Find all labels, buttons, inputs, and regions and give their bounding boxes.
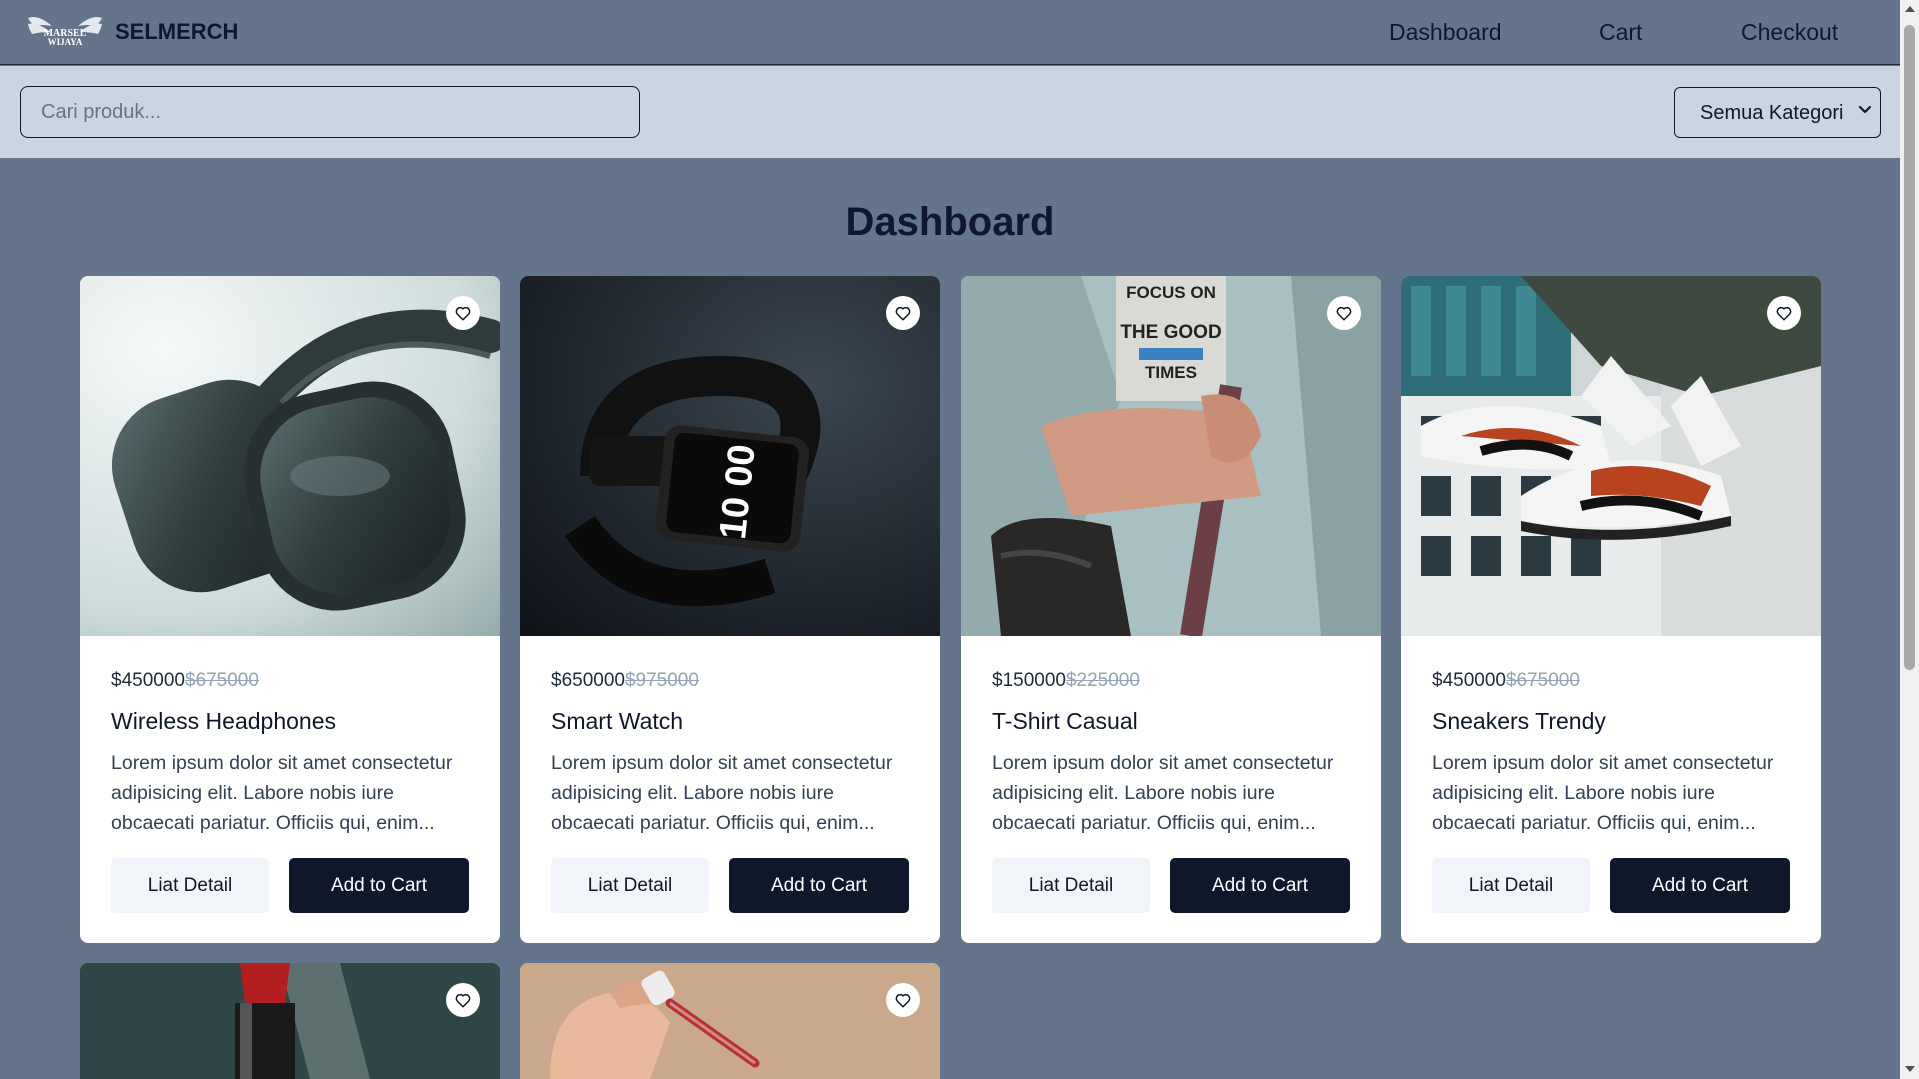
product-description: Lorem ipsum dolor sit amet consectetur a… [992,752,1334,834]
page-title: Dashboard [845,200,1055,244]
original-price: $675000 [1505,670,1580,691]
product-card: $450000$675000 Wireless Headphones Lorem… [80,276,500,943]
heart-icon [894,304,912,322]
filter-bar: Semua Kategori [0,66,1900,158]
svg-text:WIJAYA: WIJAYA [48,37,83,47]
product-price: $450000$675000 [1432,670,1580,692]
current-price: $650000 [551,670,625,691]
add-to-cart-button[interactable]: Add to Cart [1170,858,1350,913]
heart-icon [454,991,472,1009]
add-to-cart-button[interactable]: Add to Cart [1610,858,1790,913]
wishlist-button[interactable] [446,983,480,1017]
product-card: FOCUS ON THE GOOD TIMES $150000$225000 T… [961,276,1381,943]
product-image-tshirt[interactable]: FOCUS ON THE GOOD TIMES [961,276,1381,636]
add-to-cart-button[interactable]: Add to Cart [729,858,909,913]
add-to-cart-button[interactable]: Add to Cart [289,858,469,913]
product-image-headphones[interactable] [80,276,500,636]
wishlist-button[interactable] [1327,296,1361,330]
wishlist-button[interactable] [446,296,480,330]
category-select-value: Semua Kategori [1700,102,1844,124]
scroll-up-arrow-icon[interactable] [1905,6,1915,12]
product-description: Lorem ipsum dolor sit amet consectetur a… [551,752,893,834]
product-card [520,963,940,1079]
search-input[interactable] [20,86,640,138]
category-select[interactable]: Semua Kategori [1674,87,1881,138]
brand-name[interactable]: SELMERCH [115,19,238,45]
page-scrollbar[interactable] [1900,0,1919,1079]
brand-logo[interactable]: MARSEL WIJAYA [24,12,106,52]
heart-icon [1775,304,1793,322]
detail-button[interactable]: Liat Detail [992,858,1150,913]
nav-cart[interactable]: Cart [1599,19,1642,46]
navbar: MARSEL WIJAYA SELMERCH Dashboard Cart Ch… [0,0,1900,65]
product-image-lipstick[interactable] [80,963,500,1079]
nav-checkout[interactable]: Checkout [1741,19,1838,46]
heart-icon [1335,304,1353,322]
nav-dashboard[interactable]: Dashboard [1389,19,1502,46]
product-name: Wireless Headphones [111,708,337,734]
scroll-down-arrow-icon[interactable] [1905,1066,1915,1072]
product-price: $150000$225000 [992,670,1140,692]
current-price: $450000 [111,670,185,691]
product-name: Sneakers Trendy [1432,708,1606,734]
product-card: $450000$675000 Sneakers Trendy Lorem ips… [1401,276,1821,943]
detail-button[interactable]: Liat Detail [111,858,269,913]
shirt-print-line-2: THE GOOD [1120,322,1221,343]
product-image-serum[interactable] [520,963,940,1079]
original-price: $975000 [624,670,699,691]
detail-button[interactable]: Liat Detail [1432,858,1590,913]
product-price: $650000$975000 [551,670,699,692]
product-name: T-Shirt Casual [992,708,1138,734]
shirt-print-line-1: FOCUS ON [1126,283,1216,302]
wishlist-button[interactable] [886,296,920,330]
chevron-down-icon [1856,101,1874,119]
heart-icon [894,991,912,1009]
detail-button[interactable]: Liat Detail [551,858,709,913]
original-price: $675000 [184,670,259,691]
product-card [80,963,500,1079]
current-price: $450000 [1432,670,1506,691]
wishlist-button[interactable] [1767,296,1801,330]
current-price: $150000 [992,670,1066,691]
product-card: 10 00 $650000$975000 Smart Watch Lorem i… [520,276,940,943]
product-description: Lorem ipsum dolor sit amet consectetur a… [1432,752,1774,834]
scrollbar-thumb[interactable] [1904,25,1915,670]
product-image-smartwatch[interactable]: 10 00 [520,276,940,636]
product-price: $450000$675000 [111,670,259,692]
product-description: Lorem ipsum dolor sit amet consectetur a… [111,752,453,834]
original-price: $225000 [1065,670,1140,691]
product-image-sneakers[interactable] [1401,276,1821,636]
heart-icon [454,304,472,322]
wishlist-button[interactable] [886,983,920,1017]
shirt-print-line-3: TIMES [1145,363,1197,382]
product-name: Smart Watch [551,708,684,734]
